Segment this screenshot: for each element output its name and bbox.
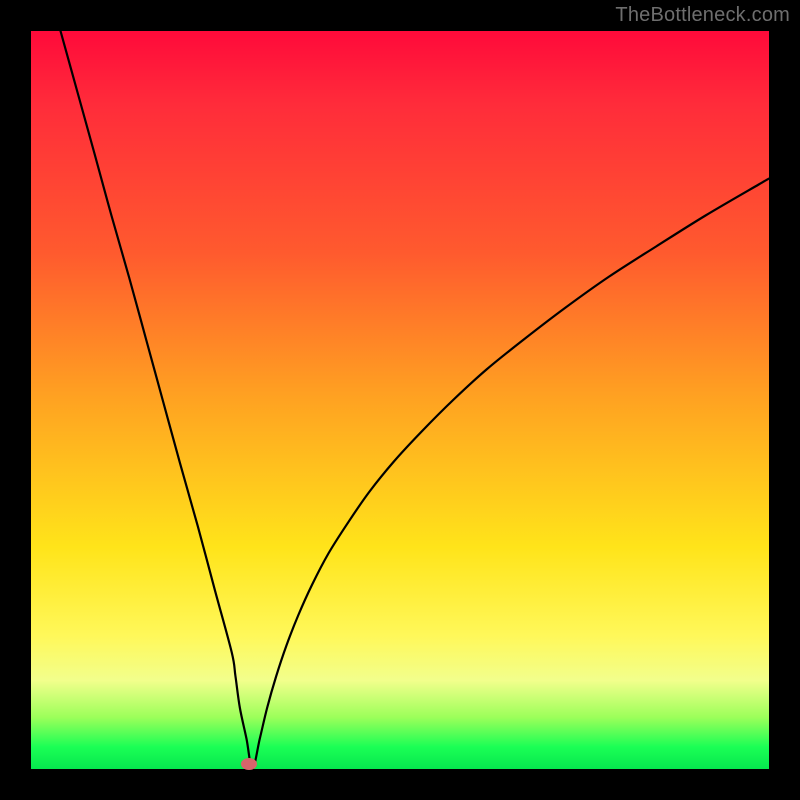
plot-area [31,31,769,769]
chart-frame: TheBottleneck.com [0,0,800,800]
optimum-marker [241,758,257,770]
bottleneck-curve [31,31,769,769]
watermark-text: TheBottleneck.com [615,4,790,27]
